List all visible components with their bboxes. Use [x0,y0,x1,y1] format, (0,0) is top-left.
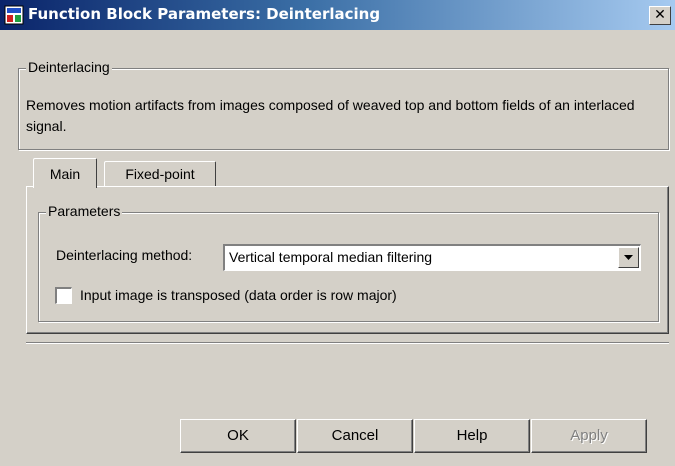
cancel-button[interactable]: Cancel [297,419,413,453]
help-button-label: Help [456,427,488,444]
close-button[interactable]: ✕ [649,6,671,25]
deinterlacing-method-select[interactable]: Vertical temporal median filtering [223,244,641,271]
cancel-button-label: Cancel [331,427,379,444]
transposed-checkbox[interactable] [55,287,72,304]
ok-button[interactable]: OK [180,419,296,453]
window-title: Function Block Parameters: Deinterlacing [28,5,381,23]
apply-button-label: Apply [570,427,608,444]
close-icon: ✕ [654,7,666,23]
deinterlacing-group-title: Deinterlacing [26,59,112,75]
separator [26,342,669,344]
deinterlacing-method-label: Deinterlacing method: [56,247,193,263]
apply-button[interactable]: Apply [531,419,647,453]
deinterlacing-method-value: Vertical temporal median filtering [229,249,433,265]
dropdown-button[interactable] [618,247,639,268]
transposed-checkbox-label[interactable]: Input image is transposed (data order is… [80,287,397,303]
help-button[interactable]: Help [414,419,530,453]
tab-fixed-point[interactable]: Fixed-point [104,161,216,186]
tab-fixed-point-label: Fixed-point [125,166,195,182]
tab-main[interactable]: Main [33,158,97,188]
simulink-block-icon [4,5,24,25]
chevron-down-icon [624,255,633,260]
ok-button-label: OK [227,427,249,444]
tab-main-label: Main [49,166,81,182]
block-description: Removes motion artifacts from images com… [26,97,635,134]
title-bar[interactable]: Function Block Parameters: Deinterlacing… [0,0,675,30]
parameters-group-title: Parameters [46,203,123,219]
